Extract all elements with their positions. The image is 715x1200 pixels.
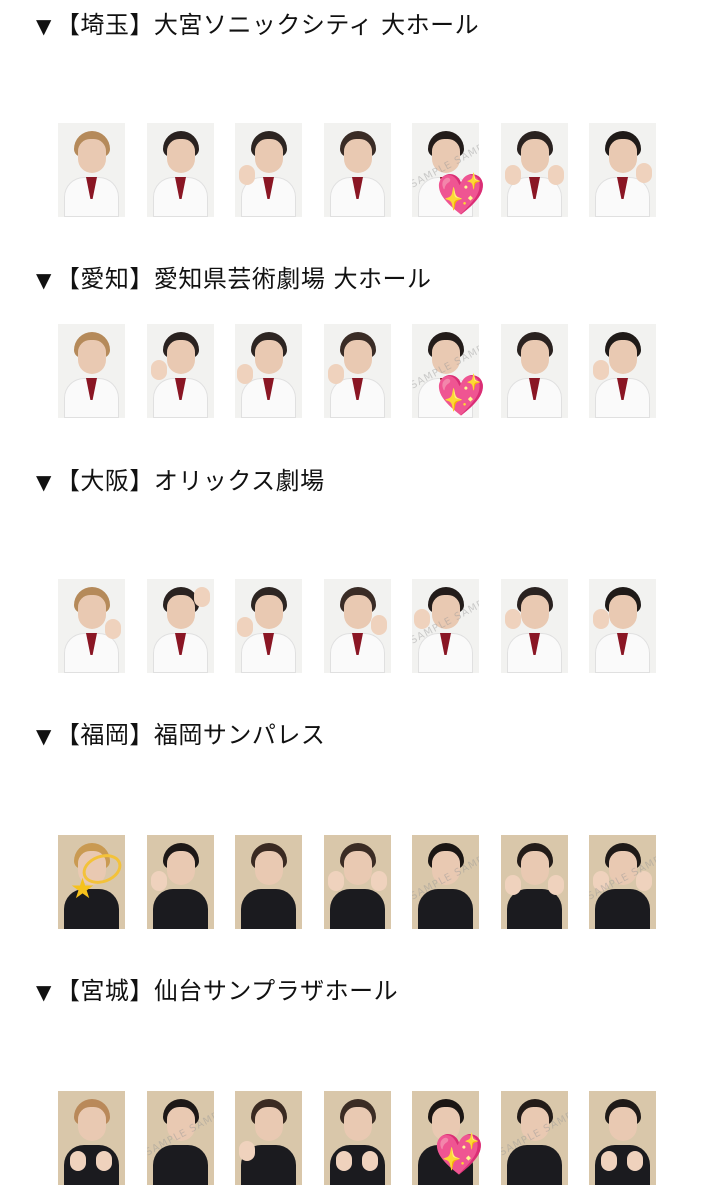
triangle-down-icon: ▼ — [36, 980, 52, 1004]
photo-card[interactable] — [147, 324, 214, 418]
triangle-down-icon: ▼ — [36, 724, 52, 748]
photo-row: SAMPLE SAMPLE — [58, 579, 658, 673]
heart-sticker-icon: 💖 — [434, 1132, 484, 1178]
photo-card[interactable] — [235, 1091, 302, 1185]
photo-card[interactable] — [147, 579, 214, 673]
section-title: 【愛知】愛知県芸術劇場 大ホール — [55, 265, 432, 293]
photo-card[interactable] — [589, 1091, 656, 1185]
triangle-down-icon: ▼ — [36, 14, 52, 38]
photo-card[interactable]: SAMPLE SAMPLE — [589, 835, 656, 929]
triangle-down-icon: ▼ — [36, 268, 52, 292]
photo-card[interactable] — [58, 579, 125, 673]
photo-card[interactable] — [324, 324, 391, 418]
photo-card[interactable]: SAMPLE SAMPLE — [147, 1091, 214, 1185]
photo-card[interactable] — [589, 579, 656, 673]
photo-card[interactable] — [147, 123, 214, 217]
photo-card[interactable] — [589, 123, 656, 217]
photo-card[interactable] — [324, 123, 391, 217]
photo-card[interactable]: SAMPLE SAMPLE — [501, 1091, 568, 1185]
section-heading: ▼ 【大阪】オリックス劇場 — [36, 466, 325, 497]
photo-row: SAMPLE SAMPLE SAMPLE SAMPLE 💖 — [58, 1091, 658, 1185]
photo-card[interactable] — [58, 1091, 125, 1185]
photo-card[interactable] — [324, 579, 391, 673]
section-heading: ▼ 【埼玉】大宮ソニックシティ 大ホール — [36, 10, 479, 41]
photo-card[interactable] — [324, 1091, 391, 1185]
section-heading: ▼ 【福岡】福岡サンパレス — [36, 720, 325, 751]
photo-card[interactable] — [324, 835, 391, 929]
section-title: 【宮城】仙台サンプラザホール — [55, 977, 399, 1005]
photo-card[interactable] — [501, 835, 568, 929]
photo-card[interactable] — [58, 123, 125, 217]
photo-card[interactable] — [147, 835, 214, 929]
section-heading: ▼ 【宮城】仙台サンプラザホール — [36, 976, 398, 1007]
section-title: 【埼玉】大宮ソニックシティ 大ホール — [55, 11, 480, 39]
photo-card[interactable] — [235, 579, 302, 673]
photo-card[interactable] — [235, 324, 302, 418]
photo-card[interactable] — [235, 123, 302, 217]
photo-card[interactable] — [589, 324, 656, 418]
photo-card[interactable] — [501, 579, 568, 673]
photo-row: SAMPLE SAMPLE SAMPLE SAMPLE ★ — [58, 835, 658, 929]
section-title: 【福岡】福岡サンパレス — [55, 721, 326, 749]
star-sticker-icon: ★ — [70, 872, 96, 905]
photo-row: SAMPLE SAMPLE 💖 — [58, 324, 658, 418]
section-title: 【大阪】オリックス劇場 — [55, 467, 325, 495]
photo-card[interactable]: SAMPLE SAMPLE — [412, 579, 479, 673]
heart-sticker-icon: 💖 — [436, 373, 486, 419]
heart-sticker-icon: 💖 — [436, 172, 486, 218]
photo-card[interactable] — [235, 835, 302, 929]
triangle-down-icon: ▼ — [36, 470, 52, 494]
photo-card[interactable]: SAMPLE SAMPLE — [412, 835, 479, 929]
photo-card[interactable] — [501, 324, 568, 418]
photo-card[interactable] — [501, 123, 568, 217]
photo-card[interactable] — [58, 324, 125, 418]
section-heading: ▼ 【愛知】愛知県芸術劇場 大ホール — [36, 264, 432, 295]
photo-row: SAMPLE SAMPLE 💖 — [58, 123, 658, 217]
